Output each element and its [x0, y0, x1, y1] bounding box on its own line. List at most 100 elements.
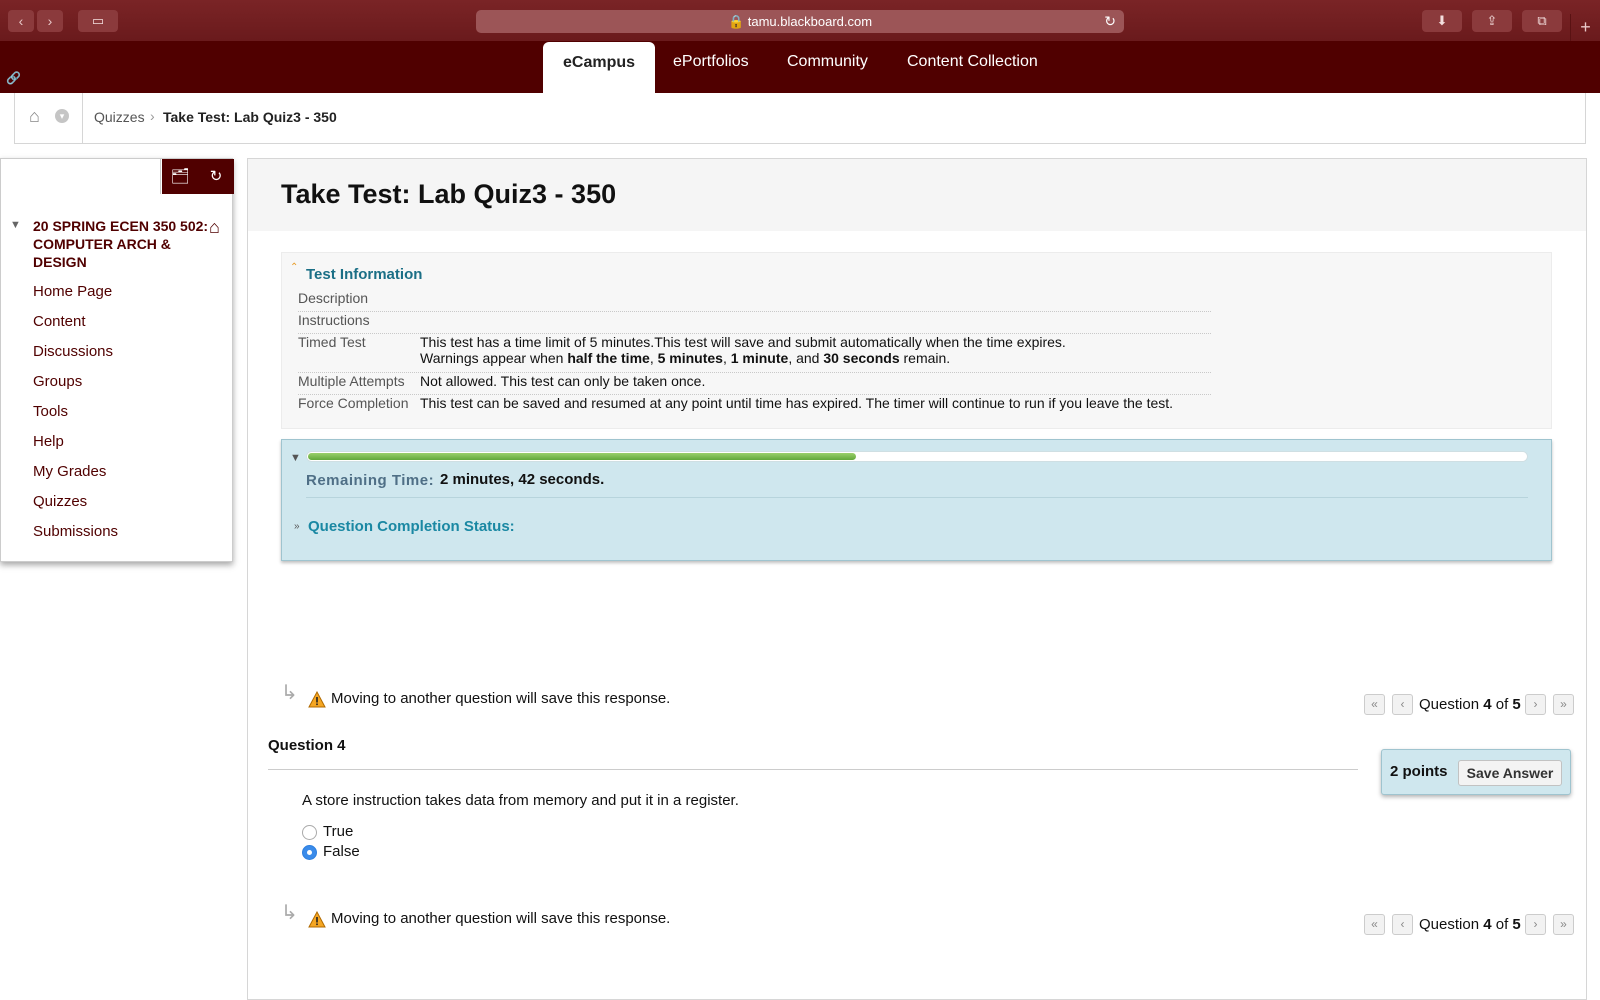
- new-tab-button[interactable]: +: [1570, 14, 1600, 41]
- timer-panel: ▼ Remaining Time: 2 minutes, 42 seconds.…: [281, 439, 1552, 561]
- forward-icon: ›: [47, 13, 53, 29]
- next-question-button[interactable]: ›: [1525, 694, 1546, 715]
- link-icon: 🔗: [6, 71, 21, 85]
- collapse-caret-icon[interactable]: ▼: [290, 452, 301, 464]
- tab-ecampus[interactable]: eCampus: [543, 42, 656, 93]
- question-pager: « ‹ Question 4 of 5 › »: [1364, 694, 1574, 716]
- forward-button[interactable]: ›: [37, 10, 63, 32]
- question-completion-status-toggle[interactable]: Question Completion Status:: [308, 518, 515, 535]
- page-title: Take Test: Lab Quiz3 - 350: [281, 179, 617, 209]
- previous-question-button[interactable]: ‹: [1392, 914, 1413, 935]
- last-question-button[interactable]: »: [1553, 694, 1574, 715]
- time-progress-bar: [306, 451, 1528, 462]
- option-label[interactable]: False: [323, 843, 360, 860]
- tab-eportfolios[interactable]: ePortfolios: [653, 41, 769, 93]
- remaining-time-value: 2 minutes, 42 seconds.: [440, 471, 605, 488]
- info-value-warnings: Warnings appear when half the time, 5 mi…: [420, 350, 951, 366]
- share-icon: ⇪: [1486, 13, 1498, 28]
- info-row-multiple-attempts: Multiple Attempts Not allowed. This test…: [298, 373, 1211, 395]
- sidebar-item-home-page[interactable]: Home Page: [33, 283, 112, 300]
- refresh-icon: ↻: [209, 168, 223, 185]
- folder-view-button[interactable]: 🗂: [162, 159, 198, 194]
- question-pager: « ‹ Question 4 of 5 › »: [1364, 914, 1574, 936]
- info-label: Timed Test: [298, 334, 366, 350]
- breadcrumb-quizzes[interactable]: Quizzes: [94, 109, 145, 125]
- folder-icon: 🗂: [170, 168, 190, 185]
- radio-false[interactable]: [302, 845, 317, 860]
- sidebar-item-help[interactable]: Help: [33, 433, 64, 450]
- option-label[interactable]: True: [323, 823, 353, 840]
- back-icon: ‹: [18, 13, 24, 29]
- downloads-button[interactable]: ⬇: [1422, 10, 1462, 32]
- tabs-overview-button[interactable]: ⧉: [1522, 10, 1562, 32]
- browser-toolbar: ‹ › ▭ 🔒 tamu.blackboard.com ↻ ⬇ ⇪ ⧉ +: [0, 0, 1600, 41]
- warning-icon: [308, 911, 326, 928]
- indent-arrow-icon: ↳: [281, 682, 298, 704]
- collapse-arrow-icon[interactable]: ⌃: [290, 262, 298, 273]
- sidebar-item-submissions[interactable]: Submissions: [33, 523, 118, 540]
- breadcrumb: ⌂ ▾ Quizzes › Take Test: Lab Quiz3 - 350: [14, 93, 1586, 144]
- course-home-icon[interactable]: ⌂: [209, 217, 220, 238]
- time-progress-fill: [308, 453, 857, 460]
- pager-label: Question 4 of 5: [1419, 916, 1521, 933]
- radio-true[interactable]: [302, 825, 317, 840]
- url-text: tamu.blackboard.com: [747, 14, 873, 29]
- divider: [306, 497, 1528, 498]
- collapse-caret-icon[interactable]: ▼: [10, 219, 21, 231]
- last-question-button[interactable]: »: [1553, 914, 1574, 935]
- info-value: This test can be saved and resumed at an…: [420, 395, 1174, 411]
- sidebar-item-my-grades[interactable]: My Grades: [33, 463, 106, 480]
- expand-caret-icon[interactable]: »: [294, 521, 300, 532]
- next-question-button[interactable]: ›: [1525, 914, 1546, 935]
- plus-icon: +: [1580, 17, 1591, 37]
- back-button[interactable]: ‹: [8, 10, 34, 32]
- share-button[interactable]: ⇪: [1472, 10, 1512, 32]
- indent-arrow-icon: ↳: [281, 902, 298, 924]
- previous-question-button[interactable]: ‹: [1392, 694, 1413, 715]
- info-label: Description: [298, 290, 369, 306]
- remaining-time-label: Remaining Time:: [306, 472, 435, 489]
- save-answer-button[interactable]: Save Answer: [1458, 760, 1562, 786]
- home-icon[interactable]: ⌂: [29, 106, 40, 127]
- warning-icon: [308, 691, 326, 708]
- question-heading: Question 4: [268, 737, 346, 754]
- title-band: Take Test: Lab Quiz3 - 350: [248, 159, 1586, 231]
- tabs-icon: ⧉: [1537, 13, 1547, 28]
- first-question-button[interactable]: «: [1364, 914, 1385, 935]
- test-information-heading[interactable]: Test Information: [306, 266, 422, 283]
- info-row-timed-test: Timed Test This test has a time limit of…: [298, 334, 1211, 373]
- save-notice-text: Moving to another question will save thi…: [331, 910, 671, 927]
- sidebar-item-quizzes[interactable]: Quizzes: [33, 493, 87, 510]
- info-value: Not allowed. This test can only be taken…: [420, 373, 706, 389]
- info-row-instructions: Instructions: [298, 312, 1211, 334]
- address-bar[interactable]: 🔒 tamu.blackboard.com ↻: [476, 10, 1124, 33]
- course-menu-search[interactable]: [1, 159, 161, 194]
- breadcrumb-home[interactable]: ⌂ ▾: [15, 93, 83, 143]
- tab-community[interactable]: Community: [767, 41, 888, 93]
- reload-icon[interactable]: ↻: [1104, 10, 1116, 33]
- points-panel: 2 points Save Answer: [1381, 749, 1571, 795]
- first-question-button[interactable]: «: [1364, 694, 1385, 715]
- course-menu: 🗂 ↻ ▼ 20 SPRING ECEN 350 502: COMPUTER A…: [0, 158, 234, 562]
- info-value: This test has a time limit of 5 minutes.…: [420, 334, 1066, 350]
- info-row-force-completion: Force Completion This test can be saved …: [298, 395, 1211, 417]
- question-text: A store instruction takes data from memo…: [302, 792, 739, 809]
- breadcrumb-current: Take Test: Lab Quiz3 - 350: [163, 109, 337, 125]
- divider: [268, 769, 1358, 770]
- save-notice-text: Moving to another question will save thi…: [331, 690, 671, 707]
- sidebar-item-groups[interactable]: Groups: [33, 373, 82, 390]
- test-information-panel: ⌃ Test Information Description Instructi…: [281, 252, 1552, 429]
- refresh-button[interactable]: ↻: [198, 159, 234, 194]
- tab-content-collection[interactable]: Content Collection: [887, 41, 1058, 93]
- info-label: Force Completion: [298, 395, 409, 411]
- breadcrumb-separator: ›: [150, 108, 155, 124]
- points-value: 2 points: [1390, 763, 1448, 780]
- sidebar-item-content[interactable]: Content: [33, 313, 86, 330]
- course-title[interactable]: 20 SPRING ECEN 350 502: COMPUTER ARCH & …: [33, 217, 213, 271]
- sidebar-item-discussions[interactable]: Discussions: [33, 343, 113, 360]
- main-content: Take Test: Lab Quiz3 - 350 ⌃ Test Inform…: [247, 158, 1587, 1000]
- sidebar-item-tools[interactable]: Tools: [33, 403, 68, 420]
- chevron-down-icon[interactable]: ▾: [55, 109, 69, 123]
- info-label: Instructions: [298, 312, 370, 328]
- sidebar-toggle-button[interactable]: ▭: [78, 10, 118, 32]
